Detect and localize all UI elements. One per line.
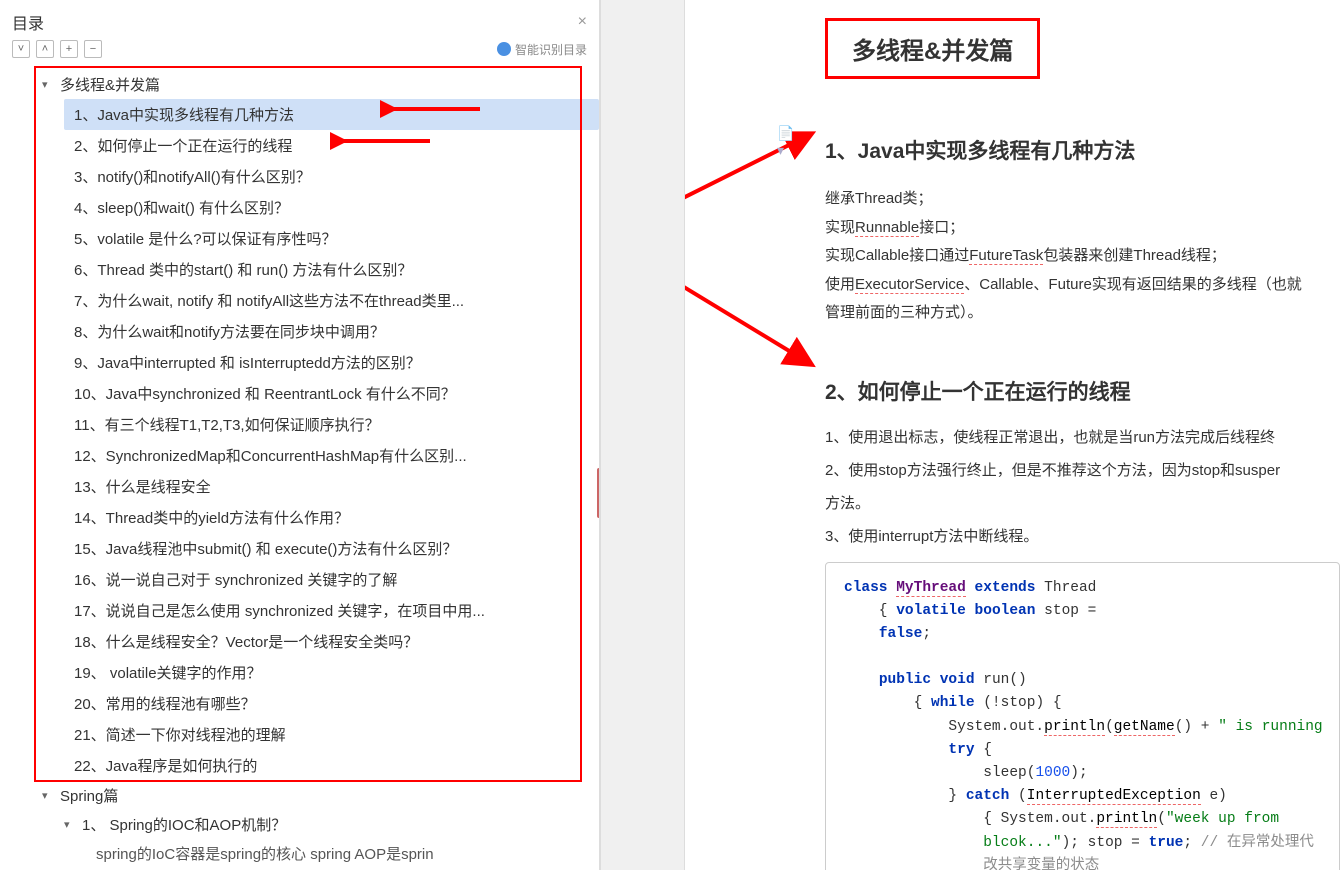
para: 管理前面的三种方式）。 xyxy=(825,299,1340,328)
toc-item[interactable]: 7、为什么wait, notify 和 notifyAll这些方法不在threa… xyxy=(64,285,599,316)
toc-item[interactable]: 22、Java程序是如何执行的 xyxy=(64,750,599,781)
para: 实现Callable接口通过FutureTask包装器来创建Thread线程； xyxy=(825,242,1340,271)
heading-1: 1、Java中实现多线程有几种方法 xyxy=(825,135,1340,165)
content: 多线程&并发篇 📄 ▾ 1、Java中实现多线程有几种方法 继承Thread类；… xyxy=(685,0,1340,870)
para: 使用ExecutorService、Callable、Future实现有返回结果… xyxy=(825,271,1340,300)
sidebar: 目录 × ˅ ˄ + − 智能识别目录 ▾ 多线程&并发篇 1、Java中实现多… xyxy=(0,0,600,870)
toc-item[interactable]: 2、如何停止一个正在运行的线程 xyxy=(64,130,599,161)
toc-spring-grand[interactable]: spring的IoC容器是spring的核心 spring AOP是sprin xyxy=(64,839,599,864)
toc-item[interactable]: 5、volatile 是什么?可以保证有序性吗？ xyxy=(64,223,599,254)
add-icon[interactable]: + xyxy=(60,40,78,58)
toc-item[interactable]: 4、sleep()和wait() 有什么区别？ xyxy=(64,192,599,223)
toc-root-spring[interactable]: ▾ Spring篇 xyxy=(42,781,599,810)
collapse-up-icon[interactable]: ˄ xyxy=(36,40,54,58)
doc-icon[interactable]: 📄 ▾ xyxy=(777,132,797,152)
toc-item[interactable]: 11、有三个线程T1,T2,T3,如何保证顺序执行？ xyxy=(64,409,599,440)
toc-item[interactable]: 13、什么是线程安全 xyxy=(64,471,599,502)
toc-item[interactable]: 6、Thread 类中的start() 和 run() 方法有什么区别？ xyxy=(64,254,599,285)
toc-item[interactable]: 19、 volatile关键字的作用？ xyxy=(64,657,599,688)
gap xyxy=(600,0,685,870)
smart-toc-button[interactable]: 智能识别目录 xyxy=(497,41,587,58)
toc-item[interactable]: 9、Java中interrupted 和 isInterruptedd方法的区别… xyxy=(64,347,599,378)
list-item: 3、使用interrupt方法中断线程。 xyxy=(825,525,1340,546)
smart-dot-icon xyxy=(497,42,511,56)
toc-item[interactable]: 20、常用的线程池有哪些？ xyxy=(64,688,599,719)
smart-label: 智能识别目录 xyxy=(515,41,587,58)
toc-root-threads[interactable]: ▾ 多线程&并发篇 xyxy=(42,70,599,99)
sidebar-title: 目录 xyxy=(12,10,44,34)
chevron-down-icon: ▾ xyxy=(42,789,56,802)
toc-item[interactable]: 8、为什么wait和notify方法要在同步块中调用？ xyxy=(64,316,599,347)
para: 继承Thread类； xyxy=(825,185,1340,214)
chevron-down-icon: ▾ xyxy=(42,78,56,91)
scrollbar[interactable] xyxy=(597,468,599,518)
collapse-down-icon[interactable]: ˅ xyxy=(12,40,30,58)
close-icon[interactable]: × xyxy=(578,13,587,31)
toc-item[interactable]: 14、Thread类中的yield方法有什么作用？ xyxy=(64,502,599,533)
sidebar-toolbar: ˅ ˄ + − 智能识别目录 xyxy=(0,38,599,66)
remove-icon[interactable]: − xyxy=(84,40,102,58)
chapter-title: 多线程&并发篇 xyxy=(825,18,1040,79)
toc-item[interactable]: 10、Java中synchronized 和 ReentrantLock 有什么… xyxy=(64,378,599,409)
toc-item[interactable]: 17、说说自己是怎么使用 synchronized 关键字，在项目中用... xyxy=(64,595,599,626)
toc-spring-child-label: 1、 Spring的IOC和AOP机制？ xyxy=(82,814,286,835)
para: 实现Runnable接口； xyxy=(825,214,1340,243)
toc-root-label: 多线程&并发篇 xyxy=(60,74,160,95)
toc-spring-child[interactable]: ▾ 1、 Spring的IOC和AOP机制？ xyxy=(64,810,599,839)
code-block: class MyThread extends Thread { volatile… xyxy=(825,562,1340,870)
list-item: 方法。 xyxy=(825,492,1340,513)
toc-item[interactable]: 12、SynchronizedMap和ConcurrentHashMap有什么区… xyxy=(64,440,599,471)
heading-2: 2、如何停止一个正在运行的线程 xyxy=(825,376,1340,406)
toc-item[interactable]: 16、说一说自己对于 synchronized 关键字的了解 xyxy=(64,564,599,595)
toc-item[interactable]: 18、什么是线程安全？Vector是一个线程安全类吗？ xyxy=(64,626,599,657)
chevron-down-icon: ▾ xyxy=(64,818,78,831)
toc-item[interactable]: 3、notify()和notifyAll()有什么区别？ xyxy=(64,161,599,192)
toc[interactable]: ▾ 多线程&并发篇 1、Java中实现多线程有几种方法2、如何停止一个正在运行的… xyxy=(0,66,599,870)
toc-spring-label: Spring篇 xyxy=(60,785,118,806)
list-item: 1、使用退出标志，使线程正常退出，也就是当run方法完成后线程终 xyxy=(825,426,1340,447)
toc-item[interactable]: 15、Java线程池中submit() 和 execute()方法有什么区别？ xyxy=(64,533,599,564)
sidebar-header: 目录 × xyxy=(0,0,599,38)
list-item: 2、使用stop方法强行终止，但是不推荐这个方法，因为stop和susper xyxy=(825,459,1340,480)
toc-item[interactable]: 1、Java中实现多线程有几种方法 xyxy=(64,99,599,130)
toc-item[interactable]: 21、简述一下你对线程池的理解 xyxy=(64,719,599,750)
